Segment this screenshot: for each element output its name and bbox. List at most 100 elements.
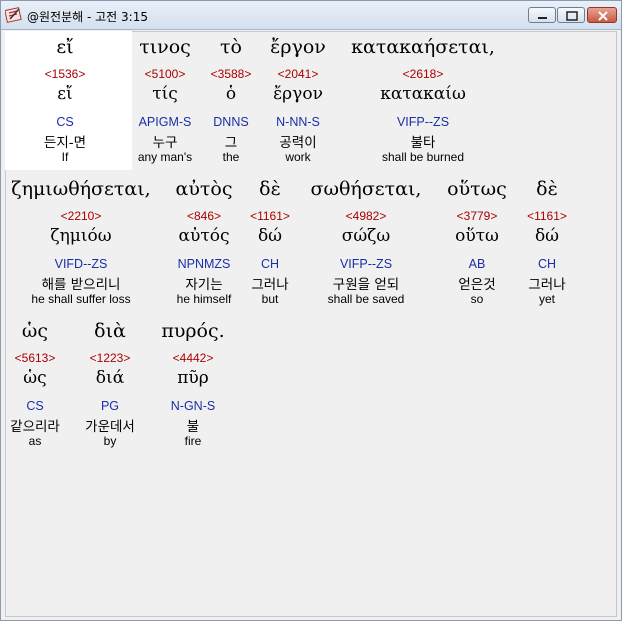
morphology-code: N-NN-S bbox=[276, 115, 320, 129]
strong-number[interactable]: <4442> bbox=[150, 351, 236, 365]
english-gloss: as bbox=[28, 434, 42, 448]
english-gloss: the bbox=[222, 150, 240, 164]
strong-number[interactable]: <3588> bbox=[208, 67, 254, 81]
lemma: ὡς bbox=[23, 368, 47, 388]
word-column[interactable]: πυρός. <4442> πῦρ N-GN-S 불 fire bbox=[150, 320, 236, 452]
strong-number[interactable]: <1161> bbox=[520, 209, 574, 223]
english-gloss: by bbox=[103, 434, 117, 448]
korean-gloss: 불타 bbox=[410, 135, 436, 151]
strong-number[interactable]: <1223> bbox=[80, 351, 140, 365]
word-column[interactable]: αὐτὸς <846> αὐτός NPNMZS 자기는 he himself bbox=[164, 178, 244, 310]
strong-number[interactable]: <5100> bbox=[132, 67, 198, 81]
korean-gloss: 든지-면 bbox=[43, 135, 87, 151]
english-gloss: so bbox=[470, 292, 484, 306]
morphology-code: AB bbox=[468, 257, 486, 271]
morphology-code: CH bbox=[537, 257, 557, 271]
strong-number[interactable]: <2210> bbox=[5, 209, 157, 223]
strong-number[interactable]: <846> bbox=[164, 209, 244, 223]
morphology-code: N-GN-S bbox=[170, 399, 216, 413]
lemma: τίς bbox=[152, 84, 178, 104]
morphology-code: PG bbox=[100, 399, 120, 413]
lemma: διά bbox=[95, 368, 125, 388]
greek-word: δὲ bbox=[259, 178, 281, 200]
morphology-code: CH bbox=[260, 257, 280, 271]
word-column[interactable]: ἔργον <2041> ἔργον N-NN-S 공력이 work bbox=[260, 36, 336, 168]
minimize-button[interactable] bbox=[528, 7, 556, 23]
morphology-code: DNNS bbox=[213, 115, 249, 129]
lemma: ὁ bbox=[225, 84, 237, 104]
greek-word: δὲ bbox=[536, 178, 558, 200]
korean-gloss: 가운데서 bbox=[85, 419, 135, 435]
korean-gloss: 해를 받으리니 bbox=[41, 277, 121, 293]
lemma: αὐτός bbox=[178, 226, 230, 246]
close-icon bbox=[598, 11, 608, 21]
greek-word: εἴ bbox=[56, 36, 74, 58]
greek-word: οὕτως bbox=[447, 178, 507, 200]
lemma: πῦρ bbox=[177, 368, 209, 388]
word-column[interactable]: ζημιωθήσεται, <2210> ζημιόω VIFD--ZS 해를 받으리니… bbox=[5, 178, 157, 310]
korean-gloss: 같으리라 bbox=[10, 419, 60, 435]
english-gloss: shall be saved bbox=[327, 292, 405, 306]
word-column[interactable]: οὕτως <3779> οὕτω AB 얻은것 so bbox=[438, 178, 516, 310]
greek-word: σωθήσεται, bbox=[310, 178, 422, 200]
korean-gloss: 그 bbox=[224, 135, 238, 151]
word-column[interactable]: ὡς <5613> ὡς CS 같으리라 as bbox=[5, 320, 65, 452]
strong-number[interactable]: <2618> bbox=[341, 67, 505, 81]
strong-number[interactable]: <4982> bbox=[306, 209, 426, 223]
english-gloss: If bbox=[61, 150, 69, 164]
greek-word: διὰ bbox=[94, 320, 126, 342]
lemma: ζημιόω bbox=[50, 226, 112, 246]
morphology-code: CS bbox=[26, 399, 44, 413]
korean-gloss: 공력이 bbox=[279, 135, 317, 151]
english-gloss: he shall suffer loss bbox=[31, 292, 131, 306]
window-title: @원전분해 - 고전 3:15 bbox=[27, 10, 148, 24]
english-gloss: shall be burned bbox=[381, 150, 465, 164]
greek-word: τὸ bbox=[220, 36, 242, 58]
title-bar[interactable]: @원전분해 - 고전 3:15 bbox=[1, 1, 621, 30]
lemma: ἔργον bbox=[273, 84, 323, 104]
korean-gloss: 그러나 bbox=[528, 277, 566, 293]
korean-gloss: 구원을 얻되 bbox=[332, 277, 400, 293]
greek-word: αὐτὸς bbox=[175, 178, 233, 200]
word-column[interactable]: σωθήσεται, <4982> σώζω VIFP--ZS 구원을 얻되 shall … bbox=[306, 178, 426, 310]
strong-number[interactable]: <5613> bbox=[5, 351, 65, 365]
morphology-code: VIFP--ZS bbox=[396, 115, 450, 129]
strong-number[interactable]: <3779> bbox=[438, 209, 516, 223]
english-gloss: yet bbox=[538, 292, 555, 306]
korean-gloss: 그러나 bbox=[251, 277, 289, 293]
english-gloss: he himself bbox=[176, 292, 232, 306]
morphology-code: VIFD--ZS bbox=[54, 257, 108, 271]
korean-gloss: 자기는 bbox=[185, 277, 223, 293]
strong-number[interactable]: <2041> bbox=[260, 67, 336, 81]
word-column[interactable]: δὲ <1161> δώ CH 그러나 but bbox=[250, 178, 290, 310]
morphology-code: VIFP--ZS bbox=[339, 257, 393, 271]
maximize-icon bbox=[566, 11, 578, 21]
greek-word: ὡς bbox=[21, 320, 49, 342]
greek-word: ἔργον bbox=[270, 36, 326, 58]
word-column[interactable]: τὸ <3588> ὁ DNNS 그 the bbox=[208, 36, 254, 168]
lemma: δώ bbox=[534, 226, 560, 246]
lemma: οὕτω bbox=[455, 226, 499, 246]
greek-word: τινος bbox=[139, 36, 191, 58]
word-column[interactable]: κατακαήσεται, <2618> κατακαίω VIFP--ZS 불타 sha… bbox=[341, 36, 505, 168]
close-button[interactable] bbox=[587, 7, 617, 23]
word-column[interactable]: τινος <5100> τίς APIGM-S 누구 any man's bbox=[132, 36, 198, 168]
lemma: σώζω bbox=[341, 226, 391, 246]
greek-word: πυρός. bbox=[161, 320, 225, 342]
english-gloss: any man's bbox=[137, 150, 193, 164]
morphology-code: CS bbox=[56, 115, 74, 129]
maximize-button[interactable] bbox=[557, 7, 585, 23]
morphology-code: APIGM-S bbox=[138, 115, 192, 129]
korean-gloss: 얻은것 bbox=[458, 277, 496, 293]
word-column[interactable]: διὰ <1223> διά PG 가운데서 by bbox=[80, 320, 140, 452]
minimize-icon bbox=[538, 17, 547, 19]
english-gloss: but bbox=[261, 292, 279, 306]
morphology-code: NPNMZS bbox=[177, 257, 231, 271]
strong-number[interactable]: <1161> bbox=[250, 209, 290, 223]
strong-number[interactable]: <1536> bbox=[5, 67, 125, 81]
app-icon[interactable] bbox=[5, 6, 23, 24]
word-column[interactable]: εἴ <1536> εἴ CS 든지-면 If bbox=[5, 36, 125, 168]
lemma: κατακαίω bbox=[380, 84, 466, 104]
word-column[interactable]: δὲ <1161> δώ CH 그러나 yet bbox=[520, 178, 574, 310]
english-gloss: fire bbox=[184, 434, 202, 448]
